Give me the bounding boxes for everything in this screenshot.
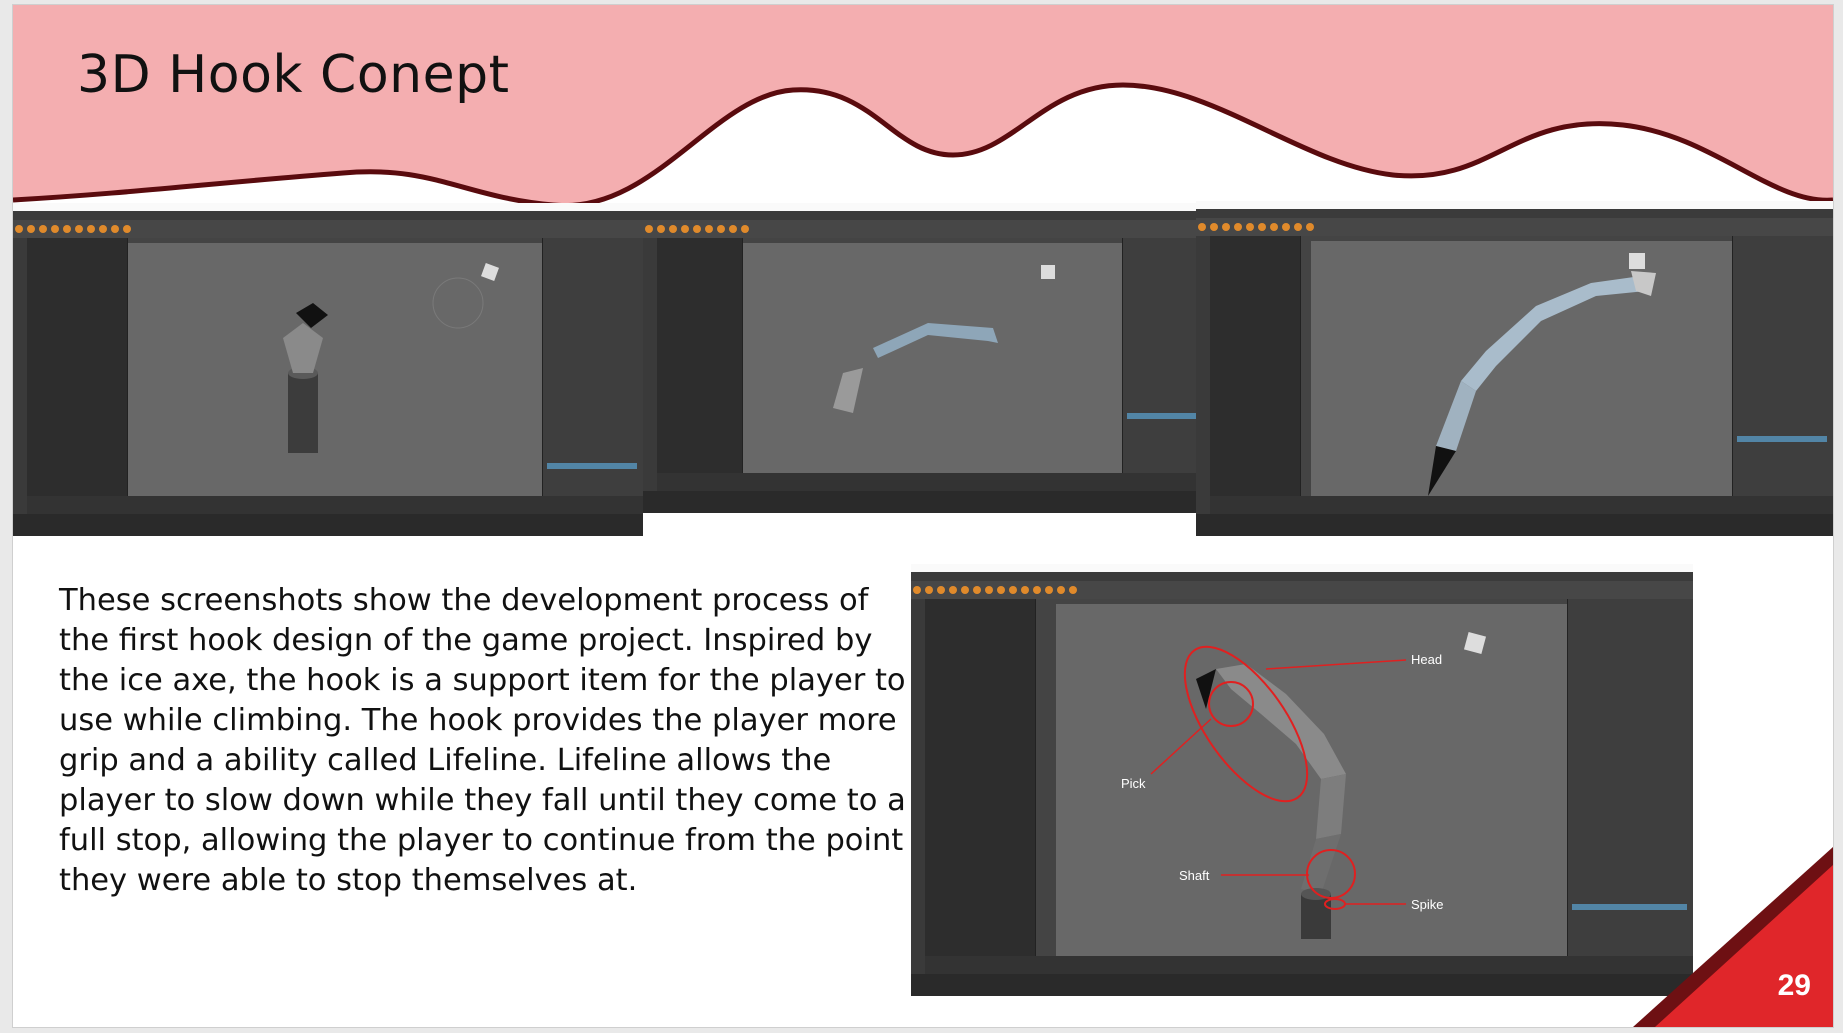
range-slider bbox=[643, 491, 1213, 513]
toolbox bbox=[643, 238, 657, 491]
window-titlebar bbox=[13, 203, 643, 211]
hook-model-head bbox=[833, 265, 1055, 413]
shelf-toolbar bbox=[643, 220, 1213, 238]
shelf-toolbar bbox=[13, 220, 643, 238]
hook-model-early bbox=[283, 263, 499, 453]
channel-box bbox=[542, 238, 643, 514]
outliner-panel bbox=[27, 238, 128, 514]
time-slider bbox=[1210, 496, 1833, 514]
shaft-highlight-ring bbox=[1306, 849, 1356, 899]
toolbox bbox=[13, 238, 27, 514]
slide-title: 3D Hook Conept bbox=[77, 45, 510, 105]
outliner-panel bbox=[657, 238, 743, 491]
channel-box bbox=[1732, 236, 1833, 514]
menu-bar bbox=[643, 211, 1213, 220]
range-slider bbox=[1196, 514, 1833, 536]
viewport bbox=[743, 243, 1123, 473]
description-paragraph: These screenshots show the development p… bbox=[59, 583, 906, 898]
spike-highlight-ring bbox=[1324, 898, 1346, 910]
window-titlebar bbox=[1196, 201, 1833, 209]
range-slider bbox=[13, 514, 643, 536]
maya-screenshot-3 bbox=[1196, 201, 1833, 536]
page-number: 29 bbox=[1777, 969, 1811, 1002]
window-titlebar bbox=[643, 203, 1213, 211]
outliner-panel bbox=[1210, 236, 1301, 514]
pick-highlight-ring bbox=[1208, 681, 1254, 727]
viewport bbox=[1311, 241, 1733, 496]
shelf-toolbar bbox=[1196, 218, 1833, 236]
layer-highlight bbox=[1737, 436, 1827, 442]
toolbox bbox=[1196, 236, 1210, 514]
head-leader-line bbox=[1265, 659, 1407, 670]
pick-label: Pick bbox=[1121, 776, 1146, 791]
annotation-overlay bbox=[1150, 645, 1407, 910]
time-slider bbox=[657, 473, 1213, 491]
head-highlight-ring bbox=[1183, 645, 1309, 803]
layer-highlight bbox=[1127, 413, 1207, 419]
time-slider bbox=[27, 496, 643, 514]
spike-label: Spike bbox=[1411, 897, 1444, 912]
title-banner bbox=[13, 5, 1833, 209]
head-label: Head bbox=[1411, 652, 1443, 667]
maya-screenshot-1 bbox=[13, 203, 643, 536]
layer-highlight bbox=[547, 463, 637, 469]
maya-screenshot-2 bbox=[643, 203, 1213, 513]
menu-bar bbox=[1196, 209, 1833, 218]
shaft-label: Shaft bbox=[1179, 868, 1210, 883]
viewport bbox=[128, 243, 543, 496]
pick-leader-line bbox=[1150, 718, 1212, 775]
hook-model-full bbox=[1428, 253, 1656, 496]
slide: 3D Hook Conept These screenshots show th… bbox=[12, 4, 1834, 1028]
maya-screenshot-annotated: Head Pick Shaft Spike bbox=[911, 564, 1693, 996]
menu-bar bbox=[13, 211, 643, 220]
